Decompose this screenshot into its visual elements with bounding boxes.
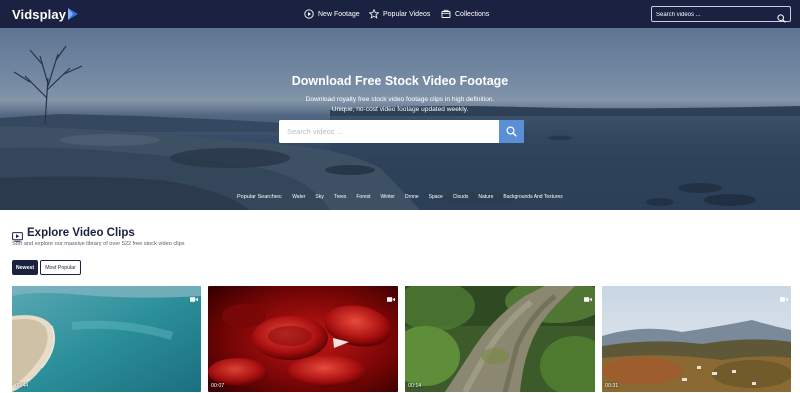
popular-searches-label: Popular Searches: <box>237 194 283 200</box>
hero-banner: Download Free Stock Video Footage Downlo… <box>0 28 800 210</box>
folder-icon <box>441 9 451 19</box>
video-clip-icon <box>12 229 23 242</box>
logo-text: Vidsplay <box>12 6 67 22</box>
sort-tab-newest[interactable]: Newest <box>12 260 38 275</box>
play-circle-icon <box>304 9 314 19</box>
nav-search-box <box>651 6 791 23</box>
hero-subtitle-line: Unique, no-cost video footage updated we… <box>331 105 469 113</box>
video-card[interactable]: 00:14 <box>405 286 595 392</box>
popular-tag-nature[interactable]: Nature <box>478 194 493 200</box>
video-thumbnail <box>208 286 398 392</box>
nav-link-label: Collections <box>455 10 490 18</box>
star-icon <box>368 8 380 19</box>
video-duration: 00:14 <box>408 383 422 389</box>
nav-link-popular-videos[interactable]: Popular Videos <box>368 8 431 20</box>
site-logo[interactable]: Vidsplay <box>12 6 79 22</box>
popular-tag-forest[interactable]: Forest <box>356 194 370 200</box>
video-duration: 00:44 <box>15 383 29 389</box>
popular-tag-winter[interactable]: Winter <box>381 194 395 200</box>
section-title: Explore Video Clips <box>27 227 135 239</box>
video-camera-icon <box>190 289 198 302</box>
video-duration: 00:31 <box>605 383 619 389</box>
popular-tag-trees[interactable]: Trees <box>334 194 347 200</box>
nav-link-label: New Footage <box>318 10 360 18</box>
search-icon <box>506 126 517 137</box>
hero-search-box <box>279 120 524 143</box>
video-card[interactable]: 00:07 <box>208 286 398 392</box>
video-card[interactable]: 00:44 <box>12 286 201 392</box>
popular-tag-space[interactable]: Space <box>429 194 443 200</box>
search-icon[interactable] <box>777 10 786 23</box>
popular-tag-drone[interactable]: Drone <box>405 194 419 200</box>
nav-link-new-footage[interactable]: New Footage <box>304 8 360 20</box>
video-thumbnail <box>602 286 791 392</box>
section-subtitle: Sort and explore our massive library of … <box>12 241 185 247</box>
popular-tag-clouds[interactable]: Clouds <box>453 194 469 200</box>
hero-background-image <box>0 28 800 210</box>
hero-title: Download Free Stock Video Footage <box>291 74 509 88</box>
hero-search-input[interactable] <box>279 120 499 143</box>
video-camera-icon <box>780 289 788 302</box>
video-thumbnail <box>405 286 595 392</box>
video-camera-icon <box>387 289 395 302</box>
hero-subtitle: Download royalty free stock video footag… <box>0 95 800 114</box>
hero-subtitle-line: Download royalty free stock video footag… <box>305 96 495 103</box>
hero-search-button[interactable] <box>499 120 524 143</box>
popular-searches: Popular Searches: Water Sky Trees Forest… <box>237 194 573 200</box>
nav-search-input[interactable] <box>656 9 774 20</box>
logo-play-icon <box>67 7 79 21</box>
sort-tab-most-popular[interactable]: Most Popular <box>40 260 81 275</box>
popular-tag-sky[interactable]: Sky <box>315 194 323 200</box>
video-card[interactable]: 00:31 <box>602 286 791 392</box>
nav-link-label: Popular Videos <box>383 10 431 18</box>
nav-link-collections[interactable]: Collections <box>441 8 489 20</box>
video-camera-icon <box>584 289 592 302</box>
popular-tag-water[interactable]: Water <box>292 194 305 200</box>
popular-tag-backgrounds[interactable]: Backgrounds And Textures <box>503 194 562 200</box>
video-duration: 00:07 <box>211 383 225 389</box>
video-thumbnail <box>12 286 201 392</box>
top-navbar: Vidsplay New Footage Popular Videos Coll… <box>0 0 800 28</box>
